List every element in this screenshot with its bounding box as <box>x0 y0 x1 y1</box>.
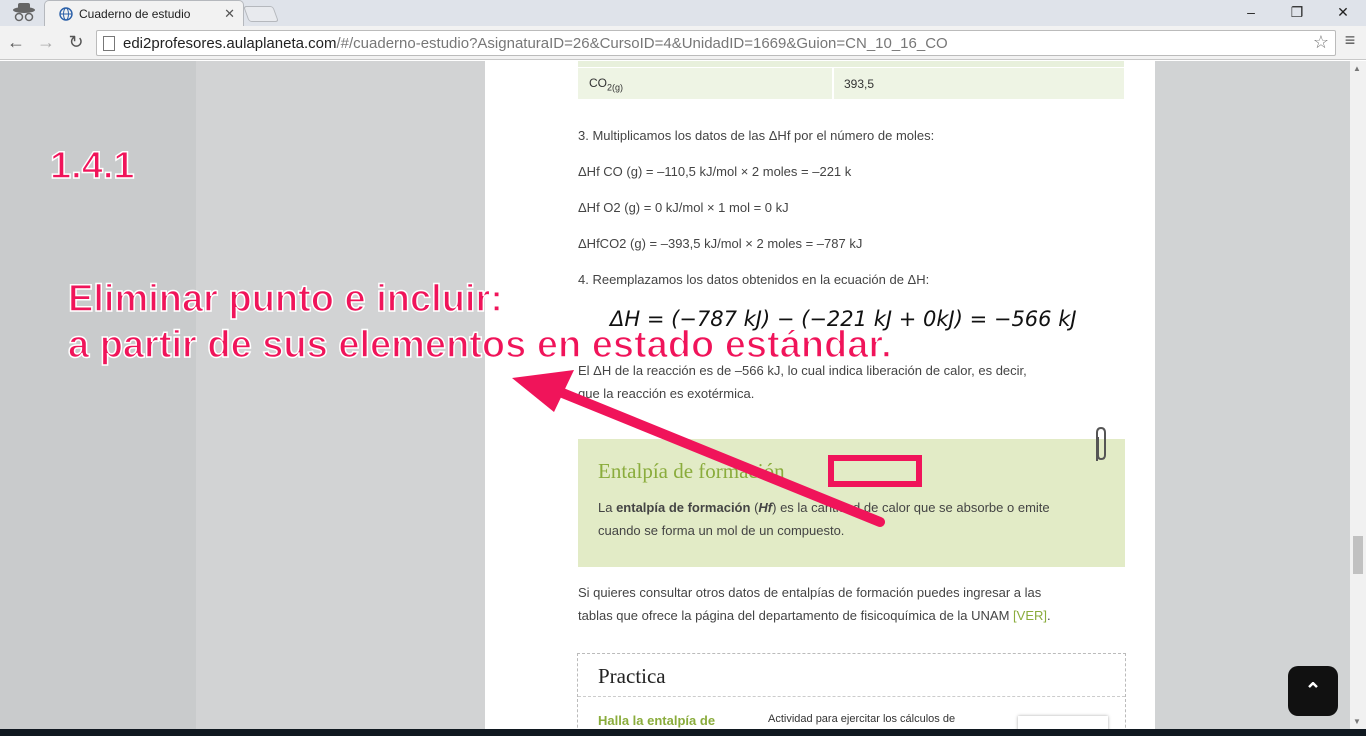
practice-title: Practica <box>598 664 666 688</box>
maximize-button[interactable]: ❐ <box>1274 0 1320 24</box>
ver-link[interactable]: [VER] <box>1013 608 1047 623</box>
forward-icon[interactable]: → <box>34 30 58 54</box>
tab-title: Cuaderno de estudio <box>79 7 191 21</box>
taskbar <box>0 729 1366 736</box>
reload-icon[interactable]: ↻ <box>64 30 88 54</box>
minimize-button[interactable]: – <box>1228 0 1274 24</box>
tab-cuaderno[interactable]: Cuaderno de estudio ✕ <box>44 0 244 26</box>
new-tab-button[interactable] <box>243 6 279 22</box>
annotation-line-2: a partir de sus elementos en estado está… <box>67 323 892 367</box>
globe-icon <box>59 7 73 21</box>
annotation-line-1: Eliminar punto e incluir: <box>67 277 503 321</box>
address-bar[interactable]: edi2profesores.aulaplaneta.com/#/cuadern… <box>96 30 1336 56</box>
practice-activity-link[interactable]: Halla la entalpía de <box>598 713 715 728</box>
menu-icon[interactable]: ≡ <box>1338 30 1362 54</box>
close-tab-icon[interactable]: ✕ <box>224 6 235 22</box>
browser-toolbar: ← → ↻ edi2profesores.aulaplaneta.com/#/c… <box>0 26 1366 60</box>
incognito-icon <box>13 3 35 22</box>
definition-title: Entalpía de formación <box>598 459 785 483</box>
page-viewport: CO2(g) 393,5 3. Multiplicamos los datos … <box>0 61 1350 729</box>
definition-text: La entalpía de formación (Hf) es la cant… <box>598 500 1050 538</box>
tab-bar: Cuaderno de estudio ✕ – ❐ ✕ <box>0 0 1366 26</box>
scroll-down-icon[interactable]: ▼ <box>1353 717 1361 726</box>
activity-thumbnail[interactable] <box>1018 716 1108 729</box>
page-icon <box>103 36 115 51</box>
enthalpy-table: CO2(g) 393,5 <box>578 61 1124 107</box>
scroll-top-icon[interactable]: ⌃ <box>1288 666 1338 716</box>
step-3: 3. Multiplicamos los datos de las ΔHf po… <box>578 128 935 143</box>
scrollbar[interactable]: ▲ ▼ <box>1350 61 1366 729</box>
back-icon[interactable]: ← <box>4 30 28 54</box>
window-close-button[interactable]: ✕ <box>1320 0 1366 24</box>
scroll-up-icon[interactable]: ▲ <box>1353 64 1361 73</box>
consult-line-1: Si quieres consultar otros datos de enta… <box>578 585 1042 600</box>
table-cell-compound: CO2(g) <box>589 76 624 93</box>
scrollbar-thumb[interactable] <box>1353 536 1363 574</box>
highlight-box <box>828 455 922 487</box>
annotation-number: 1.4.1 <box>49 144 135 188</box>
calc-co: ΔHf CO (g) = –110,5 kJ/mol × 2 moles = –… <box>578 164 852 179</box>
practice-section: Practica Halla la entalpía de Actividad … <box>577 653 1126 729</box>
table-divider <box>832 68 834 100</box>
table-row: CO2(g) 393,5 <box>578 67 1124 100</box>
practice-activity-desc: Actividad para ejercitar los cálculos de <box>768 713 956 725</box>
paperclip-icon[interactable] <box>1089 425 1111 465</box>
consult-line-2: tablas que ofrece la página del departam… <box>578 608 1051 623</box>
table-cell-value: 393,5 <box>844 77 875 91</box>
step-4: 4. Reemplazamos los datos obtenidos en l… <box>578 272 930 287</box>
side-panel <box>196 61 485 729</box>
calc-o2: ΔHf O2 (g) = 0 kJ/mol × 1 mol = 0 kJ <box>578 200 789 215</box>
divider <box>578 696 1125 697</box>
url-text: edi2profesores.aulaplaneta.com/#/cuadern… <box>123 35 948 52</box>
calc-co2: ΔHfCO2 (g) = –393,5 kJ/mol × 2 moles = –… <box>578 236 863 251</box>
result-line-2: que la reacción es exotérmica. <box>578 386 755 401</box>
star-icon[interactable]: ☆ <box>1313 32 1329 53</box>
